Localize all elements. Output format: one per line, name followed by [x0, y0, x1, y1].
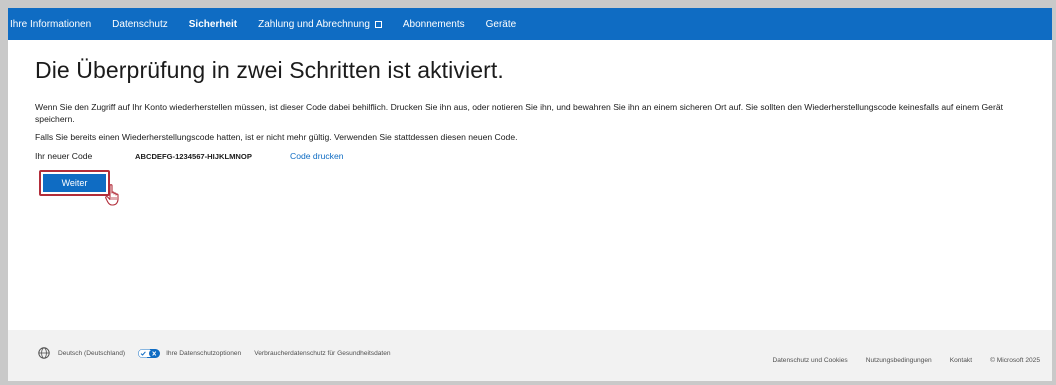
continue-button-highlight: Weiter	[39, 170, 110, 196]
footer-left: Deutsch (Deutschland) Ihre Datenschutzop…	[38, 347, 404, 359]
footer-right: Datenschutz und Cookies Nutzungsbedingun…	[755, 357, 1040, 364]
main-content: Die Überprüfung in zwei Schritten ist ak…	[8, 57, 1052, 161]
print-code-link[interactable]: Code drucken	[290, 151, 344, 161]
globe-icon	[38, 347, 50, 359]
footer-link-contact[interactable]: Kontakt	[950, 357, 972, 364]
recovery-code-value: ABCDEFG-1234567-HIJKLMNOP	[135, 151, 252, 161]
privacy-options-link[interactable]: Ihre Datenschutzoptionen	[138, 348, 241, 358]
nav-item-sicherheit[interactable]: Sicherheit	[189, 19, 237, 30]
hand-pointer-icon	[105, 184, 119, 206]
footer-link-terms[interactable]: Nutzungsbedingungen	[866, 357, 932, 364]
nav-item-ihre-informationen[interactable]: Ihre Informationen	[10, 19, 91, 30]
privacy-toggle-icon	[138, 348, 161, 358]
nav-item-abonnements[interactable]: Abonnements	[403, 19, 465, 30]
health-privacy-link[interactable]: Verbraucherdatenschutz für Gesundheitsda…	[254, 350, 390, 357]
top-navigation: Ihre Informationen Datenschutz Sicherhei…	[8, 8, 1052, 40]
recovery-code-row: Ihr neuer Code ABCDEFG-1234567-HIJKLMNOP…	[35, 151, 1028, 161]
code-label: Ihr neuer Code	[35, 151, 93, 161]
nav-item-datenschutz[interactable]: Datenschutz	[112, 19, 168, 30]
page-title: Die Überprüfung in zwei Schritten ist ak…	[35, 57, 504, 83]
footer-copyright: © Microsoft 2025	[990, 357, 1040, 364]
continue-button[interactable]: Weiter	[43, 174, 106, 192]
old-code-invalid-info: Falls Sie bereits einen Wiederherstellun…	[35, 132, 518, 142]
nav-item-zahlung-und-abrechnung[interactable]: Zahlung und Abrechnung	[258, 19, 382, 30]
external-link-icon	[374, 20, 382, 28]
recovery-code-info: Wenn Sie den Zugriff auf Ihr Konto wiede…	[35, 102, 1003, 124]
language-selector[interactable]: Deutsch (Deutschland)	[38, 347, 125, 359]
nav-item-geraete[interactable]: Geräte	[486, 19, 517, 30]
footer-link-privacy-cookies[interactable]: Datenschutz und Cookies	[773, 357, 848, 364]
browser-content: Ihre Informationen Datenschutz Sicherhei…	[8, 8, 1052, 381]
page-footer: Deutsch (Deutschland) Ihre Datenschutzop…	[8, 330, 1052, 381]
